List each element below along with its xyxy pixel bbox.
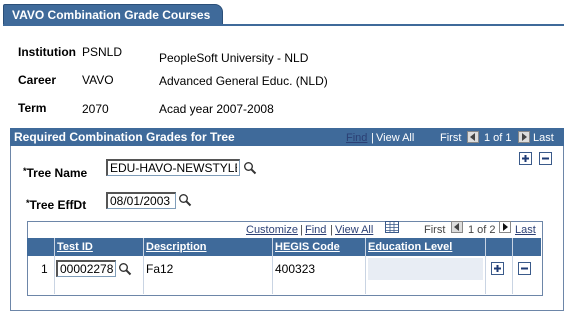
- group-title: Required Combination Grades for Tree: [14, 130, 235, 144]
- find-link[interactable]: Find: [346, 130, 367, 146]
- grid-find-link[interactable]: Find: [305, 222, 326, 238]
- delete-row-button[interactable]: [539, 152, 552, 165]
- grid-nav-separator-2: |: [330, 224, 333, 236]
- career-code: VAVO: [82, 73, 114, 87]
- tree-name-input[interactable]: [106, 159, 240, 176]
- first-arrow-icon[interactable]: [467, 131, 479, 143]
- grid-first-label: First: [424, 224, 446, 236]
- next-arrow-icon[interactable]: [518, 131, 530, 143]
- tab-underline: [3, 24, 564, 26]
- grid-download-icon[interactable]: [385, 221, 399, 236]
- column-header-education-level[interactable]: Education Level: [368, 239, 452, 255]
- column-header-test-id[interactable]: Test ID: [57, 239, 93, 255]
- term-label: Term: [18, 101, 47, 115]
- grid-add-row-button[interactable]: [491, 262, 504, 275]
- tree-effdt-input[interactable]: [106, 192, 176, 209]
- grid-next-arrow-icon[interactable]: [499, 221, 511, 233]
- education-level-cell: [368, 258, 483, 280]
- view-all-link[interactable]: View All: [376, 130, 414, 146]
- grid-customize-link[interactable]: Customize: [246, 222, 298, 238]
- row-number: 1: [41, 262, 48, 276]
- hegis-code-cell: 400323: [275, 262, 316, 276]
- institution-code: PSNLD: [82, 45, 123, 59]
- institution-desc: PeopleSoft University - NLD: [159, 51, 309, 65]
- column-header-hegis-code[interactable]: HEGIS Code: [275, 239, 340, 255]
- institution-label: Institution: [18, 45, 76, 59]
- row-position: 1 of 1: [484, 132, 512, 144]
- column-header-description[interactable]: Description: [146, 239, 207, 255]
- term-desc: Acad year 2007-2008: [159, 102, 274, 116]
- nav-separator: |: [371, 132, 374, 144]
- grid-row-position: 1 of 2: [468, 224, 496, 236]
- page-tab[interactable]: VAVO Combination Grade Courses: [3, 4, 224, 25]
- first-label: First: [440, 132, 462, 144]
- career-label: Career: [18, 73, 57, 87]
- grid-delete-row-button[interactable]: [518, 262, 531, 275]
- add-row-button[interactable]: [519, 152, 532, 165]
- grid-last-link[interactable]: Last: [515, 222, 536, 238]
- grid-first-arrow-icon[interactable]: [451, 221, 463, 233]
- grid-nav-separator: |: [300, 224, 303, 236]
- grid-view-all-link[interactable]: View All: [335, 222, 373, 238]
- last-label: Last: [533, 132, 554, 144]
- calendar-search-icon[interactable]: [178, 193, 192, 210]
- search-icon[interactable]: [243, 161, 257, 178]
- tree-effdt-label: *Tree EffDt: [26, 198, 87, 212]
- description-cell: Fa12: [146, 262, 174, 276]
- career-desc: Advanced General Educ. (NLD): [159, 74, 328, 88]
- test-id-input[interactable]: [56, 260, 116, 277]
- tree-name-label: *Tree Name: [23, 166, 88, 180]
- term-code: 2070: [82, 102, 109, 116]
- test-id-search-icon[interactable]: [118, 262, 132, 279]
